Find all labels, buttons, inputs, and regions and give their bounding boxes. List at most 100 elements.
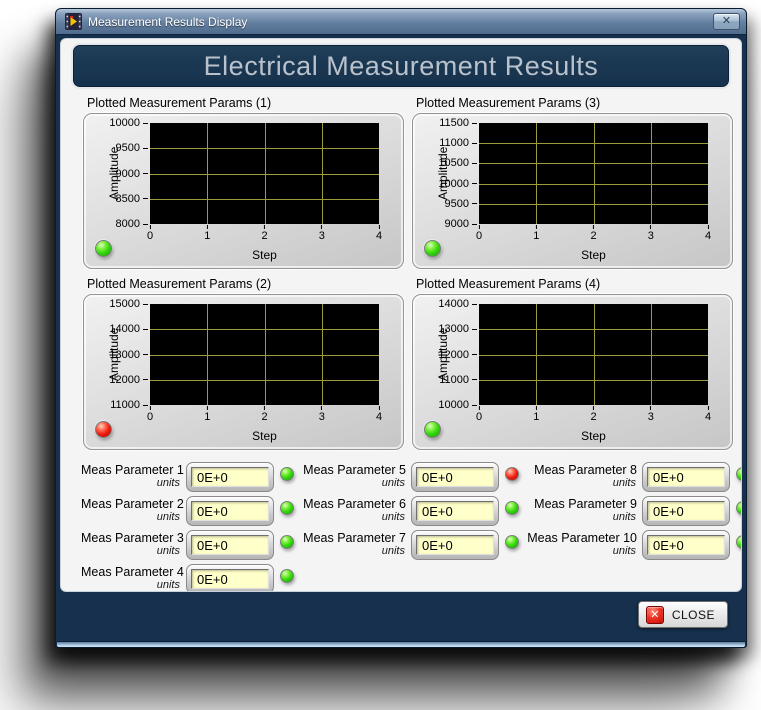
y-tick: 14000 [438,298,477,310]
x-axis-label: Step [479,248,708,262]
y-tick: 9000 [116,168,148,180]
param-row-3: Meas Parameter 3 units [81,530,294,560]
param-units-label: units [81,511,181,523]
y-tick: 11000 [439,137,477,149]
numeric-indicator-frame [642,530,730,560]
y-tick: 10500 [438,157,477,169]
waveform-graph: Amplitude 1500014000130001200011000 0123… [83,294,404,450]
grid-line-vertical [322,123,323,224]
grid-lines [479,123,708,224]
plot-group-2: Plotted Measurement Params (2) Amplitude… [83,275,404,450]
param-units-label: units [302,511,406,523]
param-label: Meas Parameter 7 [302,531,406,545]
numeric-indicator-frame [411,462,499,492]
window-bottom-edge [57,641,745,647]
close-button[interactable]: ✕ CLOSE [638,601,728,628]
param-value-field[interactable] [416,535,494,555]
y-tick: 10000 [109,117,148,129]
param-status-led [505,535,519,549]
param-column-3: Meas Parameter 8 units Meas Parameter 9 [527,462,742,592]
plot-area [150,304,379,405]
plot-status-led [424,240,441,257]
plot-area [150,123,379,224]
param-value-field[interactable] [647,467,725,487]
param-status-led [280,535,294,549]
page-header: Electrical Measurement Results [71,43,731,89]
param-units-label: units [302,477,406,489]
plot-status-led [95,421,112,438]
param-units-label: units [302,545,406,557]
param-value-field[interactable] [647,535,725,555]
param-value-field[interactable] [191,501,269,521]
param-status-led [280,501,294,515]
y-tick: 14000 [109,323,148,335]
x-axis-label: Step [479,429,708,443]
grid-line-vertical [594,123,595,224]
param-label: Meas Parameter 2 [81,497,181,511]
x-tick: 4 [376,225,382,242]
y-tick: 11000 [439,374,477,386]
param-label: Meas Parameter 1 [81,463,181,477]
x-tick: 3 [319,225,325,242]
grid-lines [150,123,379,224]
window-title: Measurement Results Display [88,15,713,29]
param-units-label: units [527,545,637,557]
window-titlebar[interactable]: Measurement Results Display ✕ [56,9,746,35]
grid-lines [479,304,708,405]
y-axis-ticks: 1400013000120001100010000 [413,304,477,405]
numeric-indicator-frame [186,564,274,592]
param-value-field[interactable] [191,569,269,589]
y-tick: 9500 [445,198,477,210]
param-row-10: Meas Parameter 10 units [527,530,742,560]
param-units-label: units [81,477,181,489]
y-tick: 12000 [438,349,477,361]
x-axis-label: Step [150,248,379,262]
param-units-label: units [527,511,637,523]
param-value-field[interactable] [191,467,269,487]
y-tick: 12000 [109,374,148,386]
desktop-background: Measurement Results Display ✕ Electrical… [0,0,761,710]
x-axis-ticks: 01234 [150,406,379,424]
x-axis-label: Step [150,429,379,443]
param-value-field[interactable] [416,467,494,487]
grid-line-vertical [207,123,208,224]
grid-line-vertical [594,304,595,405]
y-tick: 11500 [439,117,477,129]
x-tick: 4 [376,406,382,423]
window-close-button[interactable]: ✕ [713,13,740,30]
plot-group-3: Plotted Measurement Params (3) Amplitude… [412,94,733,269]
param-value-field[interactable] [416,501,494,521]
page-title: Electrical Measurement Results [204,51,599,82]
x-tick: 1 [204,225,210,242]
x-axis-ticks: 01234 [479,225,708,243]
param-row-7: Meas Parameter 7 units [302,530,519,560]
param-status-led [736,535,742,549]
grid-lines [150,304,379,405]
y-tick: 8500 [116,193,148,205]
content-panel: Electrical Measurement Results Plotted M… [60,38,742,592]
y-axis-ticks: 1500014000130001200011000 [84,304,148,405]
x-tick: 3 [648,225,654,242]
param-value-field[interactable] [647,501,725,521]
y-tick: 9000 [445,218,477,230]
x-tick: 0 [476,406,482,423]
x-tick: 2 [590,225,596,242]
param-row-6: Meas Parameter 6 units [302,496,519,526]
y-tick: 10000 [438,178,477,190]
param-row-9: Meas Parameter 9 units [527,496,742,526]
plot-group-4: Plotted Measurement Params (4) Amplitude… [412,275,733,450]
parameters-area: Meas Parameter 1 units Meas Parameter 2 [61,450,741,592]
x-tick: 1 [204,406,210,423]
param-value-field[interactable] [191,535,269,555]
numeric-indicator-frame [642,462,730,492]
close-x-icon: ✕ [646,606,664,624]
numeric-indicator-frame [186,530,274,560]
x-tick: 2 [590,406,596,423]
x-tick: 3 [648,406,654,423]
grid-line-vertical [536,123,537,224]
x-tick: 4 [705,225,711,242]
grid-line-vertical [322,304,323,405]
param-column-1: Meas Parameter 1 units Meas Parameter 2 [81,462,294,592]
param-row-2: Meas Parameter 2 units [81,496,294,526]
param-label: Meas Parameter 10 [527,531,637,545]
